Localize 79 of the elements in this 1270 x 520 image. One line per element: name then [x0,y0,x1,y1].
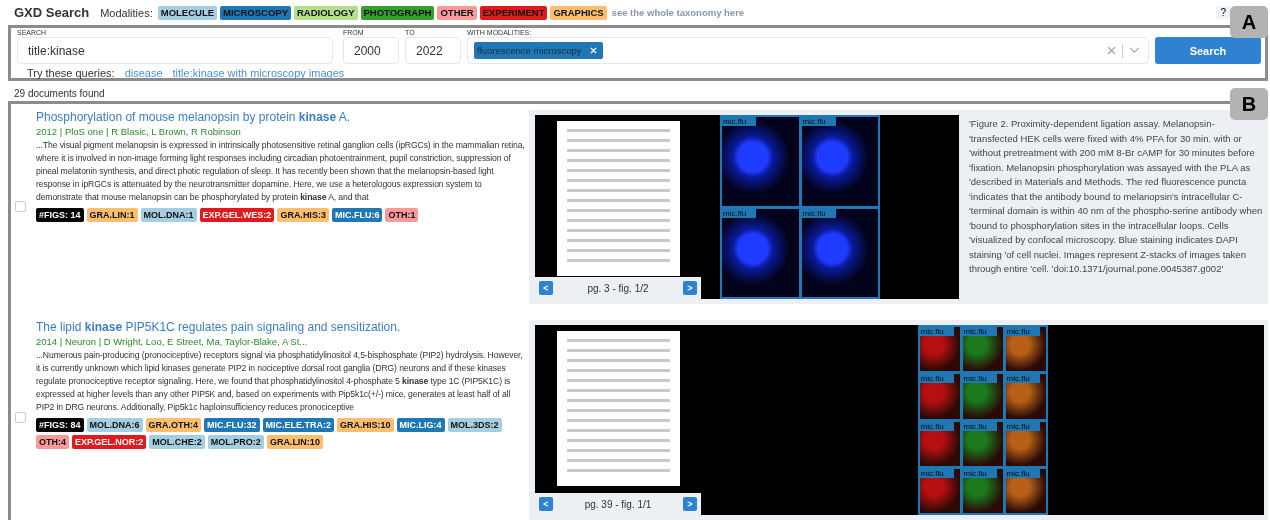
callout-badge: B [1230,88,1268,120]
modality-tag[interactable]: PHOTOGRAPH [360,5,435,20]
modality-tag: GRA.HIS:10 [337,418,394,432]
modality-label: mic.flu [1005,468,1040,478]
modality-tag: OTH:4 [36,435,69,449]
modality-label: mic.flu [962,374,997,384]
modality-tag: EXP.GEL.WES:2 [199,208,275,222]
modality-label: mic.flu [919,421,954,431]
next-button[interactable]: > [683,281,697,295]
modality-label: mic.flu [919,468,954,478]
modality-tag: MOL.DNA:1 [140,208,197,222]
modality-tag[interactable]: OTHER [437,5,477,20]
modality-tag: GRA.LIN:10 [266,435,323,449]
result-meta: 2014 | Neuron | D Wright, Loo, E Street, Ma, Taylor-Blake, A St... [36,336,309,347]
modality-label: mic.flu [919,327,954,336]
next-button[interactable]: > [683,497,697,511]
close-icon[interactable] [589,47,597,54]
modality-label: mic.flu [801,208,836,218]
modality-tag[interactable]: MOLECULE [157,5,218,20]
modality-tag: MOL.CHE:2 [149,435,205,449]
result-abstract: ...The visual pigment melanopsin is expressed in intrinsically photosensitive retinal ganglion cells (ipRGCs) in the mammalian retina, where it is involved in non-image forming light responses including circadian photoentrainment, pupil constriction, suppression of pineal melatonin synthesis, and direct photic regulation of sleep. It has recently been shown that the melanopsin-based light response in ipRGCs is attenuated by the neurotransmitter dopamine. Here, we use a heterologous expression system to demonstrate that mouse melanopsin can be phosphorylated by protein kinase A, and that [36,139,525,204]
modality-label: mic.flu [962,468,997,478]
modalities-label: Modalities: [100,6,153,19]
suggestion-link[interactable]: disease [124,67,163,79]
search-button[interactable]: Search [1155,37,1261,64]
figure-count-badge: #FIGS: 14 [36,208,84,222]
modality-tag: GRA.LIN:1 [86,208,138,222]
page-thumbnail[interactable] [556,331,680,486]
modality-tag: GRA.OTH:4 [145,418,201,432]
modality-tag: MOL.DNA:6 [86,418,143,432]
clear-icon[interactable] [1107,46,1116,55]
modality-label: mic.flu [1005,327,1040,336]
modality-tag[interactable]: MICROSCOPY [220,5,291,20]
modality-label: mic.flu [962,327,997,336]
select-checkbox[interactable] [15,412,26,423]
modalities-select[interactable]: fluorescence microscopy [467,37,1149,64]
modality-tag[interactable]: GRAPHICS [550,5,607,20]
page-thumbnail[interactable] [556,121,680,276]
taxonomy-link[interactable]: see the whole taxonomy here [611,7,745,18]
modality-tag: EXP.GEL.NOR:2 [72,435,147,449]
modality-label: mic.flu [801,117,836,126]
modality-tag: OTH:1 [385,208,419,222]
callout-badge: A [1230,6,1268,38]
modality-label: mic.flu [1005,421,1040,431]
result-title-link[interactable]: The lipid kinase PIP5K1C regulates pain signaling and sensitization. [36,320,525,334]
result-title-link[interactable]: Phosphorylation of mouse melanopsin by protein kinase A. [36,110,525,124]
figure-caption: 'Figure 2. Proximity-dependent ligation assay. Melanopsin- 'transfected HEK cells were fixed with 4% PFA for 30 min. with or 'without pretreatment with 200 mM 8-Br cAMP for 30 minutes before 'fixation. Melanopsin phosphorylation was assayed with the PLA as 'described in Materials and Methods. The red fluorescence puncta 'indicates that the antibody bound to melanopsin's intracellular C- 'terminal domain is within 40 nm of the phospho-serine antibody when 'bound to phosphorylation sites in the intracellular loops. Cells 'visualized by confocal microscopy. Blue staining indicates DAPI staining 'of cell nuclei. Images represent Z-stacks of images taken through entire 'cell. 'doi:10.1371/journal.pone.0045387.g002' [969,117,1264,276]
modality-label: mic.flu [962,421,997,431]
previous-button[interactable]: < [539,497,553,511]
modality-tag[interactable]: EXPERIMENT [479,5,548,20]
page-indicator: pg. 3 - fig. 1/2 [587,282,649,294]
suggestion-link[interactable]: title:kinase with microscopy images [172,67,345,79]
modality-label: mic.flu [722,208,757,218]
modality-tag: GRA.HIS:3 [277,208,329,222]
chip-label: fluorescence microscopy [477,45,582,56]
modality-label: mic.flu [722,117,757,126]
result-meta: 2012 | PloS one | R Blasic, L Brown, R Robinson [36,126,242,137]
app-title: GXD Search [14,5,90,20]
modality-tag: MIC.FLU:6 [331,208,383,222]
from-year-field[interactable]: 2000 [343,37,399,64]
modality-label: mic.flu [1005,374,1040,384]
modality-tag: MOL.PRO:2 [207,435,264,449]
modality-tag: MIC.LIG:4 [396,418,445,432]
modality-tag: MOL.3DS:2 [447,418,502,432]
modality-tag: MIC.FLU:32 [204,418,260,432]
select-checkbox[interactable] [15,201,26,212]
result-count: 29 documents found [13,87,106,101]
result-abstract: ...Numerous pain-producing (pronociceptive) receptors signal via phosphatidylinositol 4,5-bisphosphate (PIP2) hydrolysis. However, it is currently unknown which lipid kinases generate PIP2 in nociceptive dorsal root ganglia (DRG) neurons and if these kinases regulate pronociceptive receptor signaling. Here, we found that phosphatidylinositol 4-phosphate 5 kinase type 1C (PIP5K1C) is expressed at higher levels than any other PIP5K and, based on experiments with Pip5k1c(+/-) mice, generates at least half of all PIP2 in DRG neurons. Additionally, Pip5k1c haploinsufficiency reduces pronociceptive [36,349,524,414]
previous-button[interactable]: < [539,281,553,295]
figure-count-badge: #FIGS: 84 [36,418,84,432]
modality-label: mic.flu [919,374,954,384]
help-button[interactable]: ? [1216,6,1230,19]
modality-tag: MIC.ELE.TRA:2 [262,418,335,432]
page-indicator: pg. 39 - fig. 1/1 [584,498,652,510]
suggestions-label: Try these queries: [27,67,115,79]
to-year-field[interactable]: 2022 [405,37,461,64]
chevron-down-icon[interactable] [1129,47,1140,54]
modality-tag[interactable]: RADIOLOGY [294,5,358,20]
search-field[interactable]: title:kinase [17,37,333,64]
